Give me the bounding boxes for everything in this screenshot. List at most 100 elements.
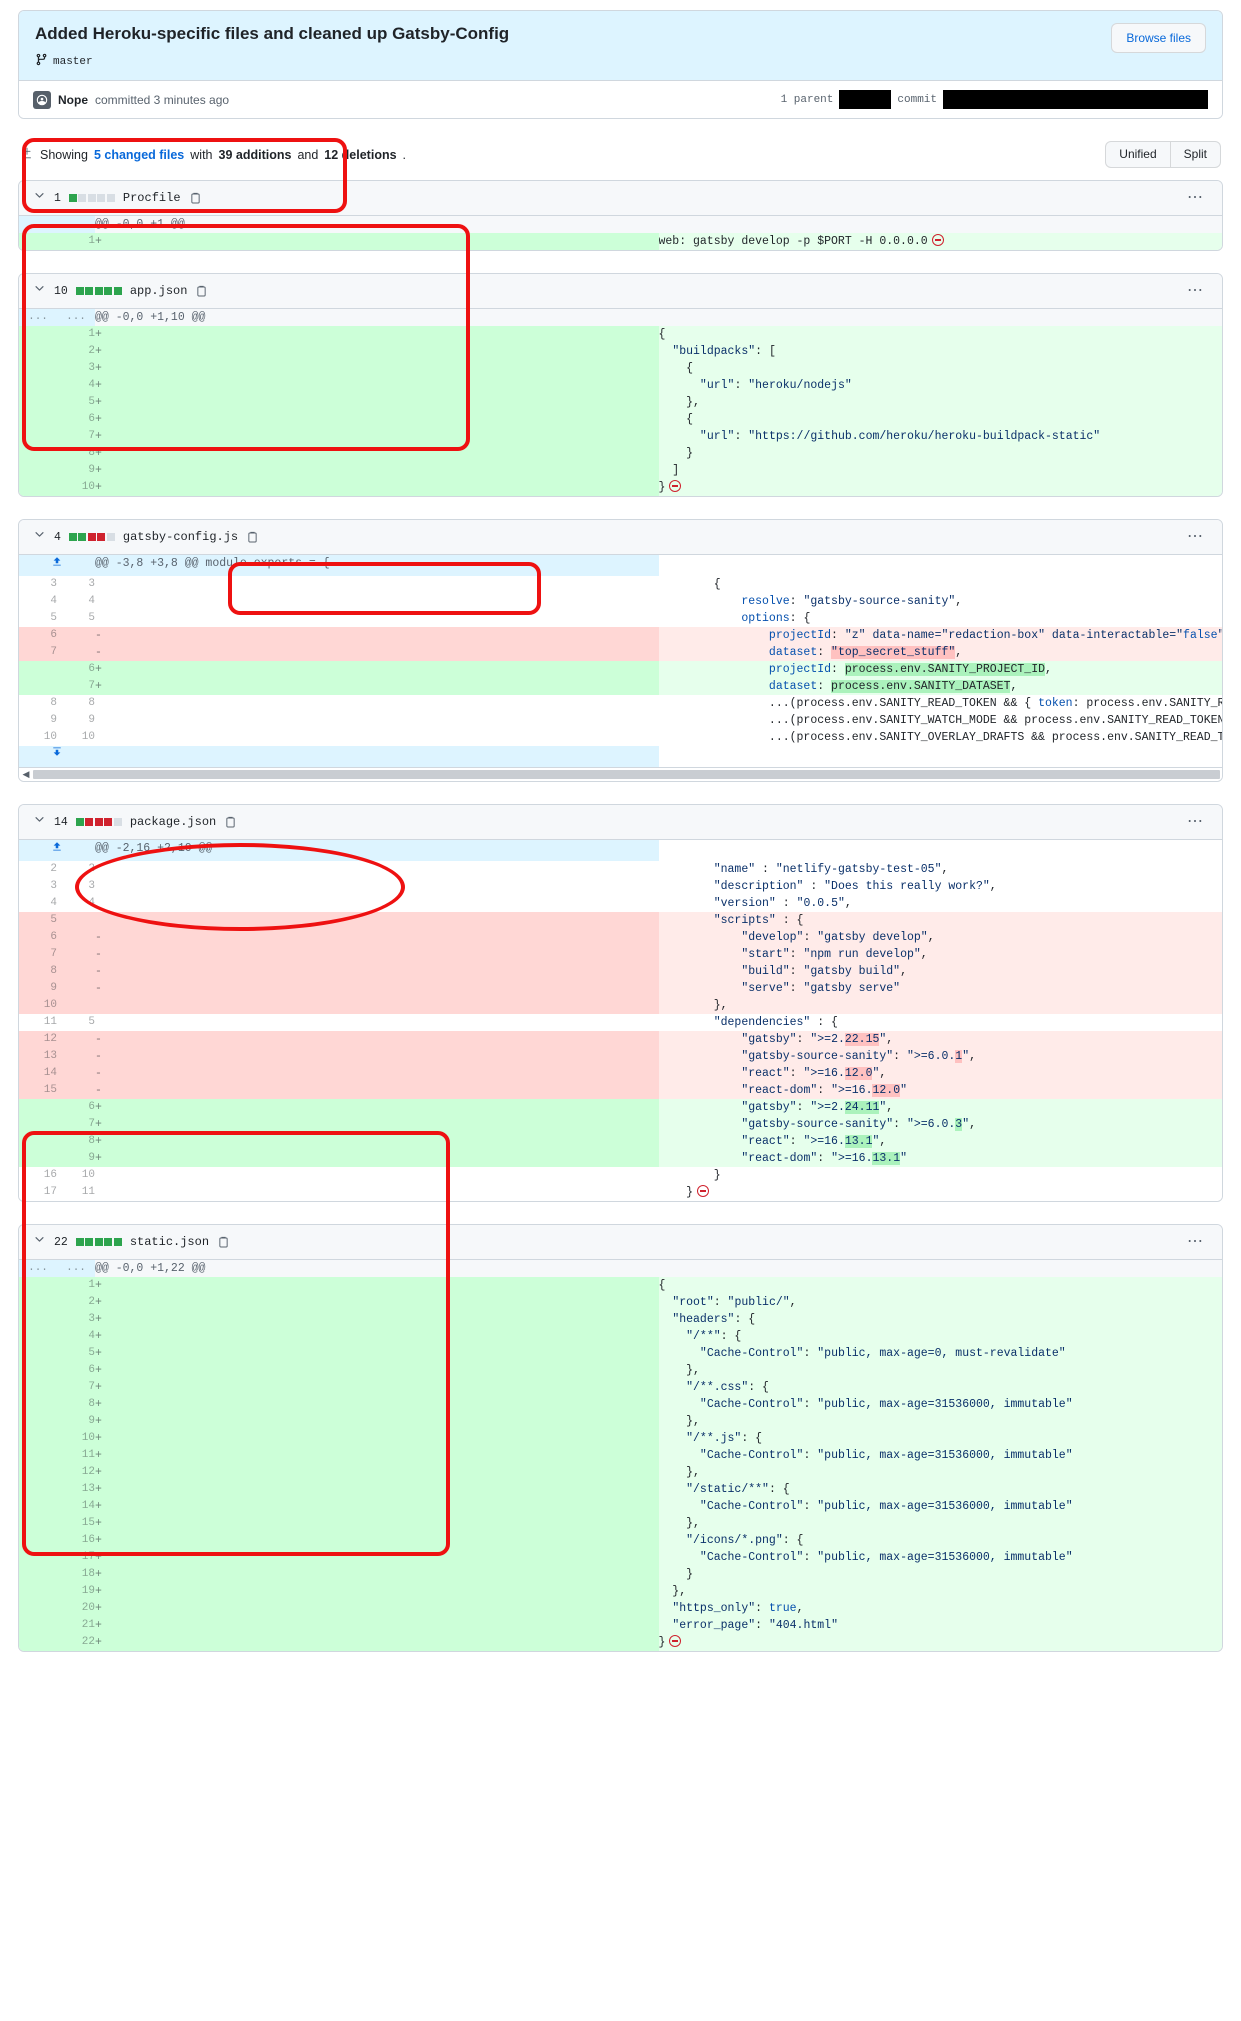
diff-row: 2 + "buildpacks": [ [19, 343, 1222, 361]
diff-row: 7 + "gatsby-source-sanity": ">=6.0.3", [19, 1116, 1222, 1134]
new-lineno: 7 [57, 1116, 95, 1134]
author-group: Nope committed 3 minutes ago [33, 90, 229, 109]
chevron-down-icon[interactable] [33, 813, 46, 831]
diff-code-line: "gatsby": ">=2.24.11", [658, 1099, 1222, 1117]
diff-code-line: dataset: "top_secret_stuff", [658, 644, 1222, 662]
parent-sha-redacted[interactable] [839, 90, 892, 110]
diff-marker: + [95, 1634, 659, 1652]
diff-row: 1 +{ [19, 326, 1222, 344]
copy-path-icon[interactable] [224, 816, 237, 829]
hunk-header [95, 746, 659, 768]
commit-meta-row: Nope committed 3 minutes ago 1 parent co… [19, 80, 1222, 119]
old-lineno: 6 [19, 929, 57, 947]
no-newline-icon [931, 234, 944, 247]
split-view-button[interactable]: Split [1170, 141, 1221, 169]
diff-row: 6 + }, [19, 1362, 1222, 1380]
diff-code-line: } [658, 1634, 1222, 1652]
copy-path-icon[interactable] [246, 531, 259, 544]
diff-marker: + [95, 233, 659, 251]
diff-marker: + [95, 1379, 659, 1397]
old-lineno [19, 411, 57, 429]
diff-code-line: }, [658, 394, 1222, 412]
new-lineno: 11 [57, 1447, 95, 1465]
new-lineno [57, 912, 95, 930]
new-lineno: 9 [57, 1413, 95, 1431]
commit-author-name[interactable]: Nope [58, 93, 88, 107]
diff-row: 44 "version" : "0.0.5", [19, 895, 1222, 913]
new-lineno: 8 [57, 695, 95, 713]
diff-marker: - [95, 1065, 659, 1083]
file-name[interactable]: static.json [130, 1235, 209, 1249]
diffstat-block-add [75, 1238, 84, 1247]
diff-marker: - [95, 1082, 659, 1100]
file-options-kebab-icon[interactable]: ⋯ [1187, 814, 1208, 830]
browse-files-button[interactable]: Browse files [1111, 23, 1206, 53]
diff-code-line: { [658, 360, 1222, 378]
diff-code-line: "Cache-Control": "public, max-age=315360… [658, 1498, 1222, 1516]
diff-code-line: "name" : "netlify-gatsby-test-05", [658, 861, 1222, 879]
diff-row: ...... @@ -0,0 +1,22 @@ [19, 1260, 1222, 1278]
file-options-kebab-icon[interactable]: ⋯ [1187, 529, 1208, 545]
chevron-down-icon[interactable] [33, 528, 46, 546]
diff-marker: + [95, 1515, 659, 1533]
showing-prefix: Showing [40, 147, 88, 162]
diff-code-line: "Cache-Control": "public, max-age=315360… [658, 1549, 1222, 1567]
file-name[interactable]: app.json [130, 284, 188, 298]
old-lineno [19, 326, 57, 344]
avatar[interactable] [33, 90, 51, 109]
diff-table: @@ -3,8 +3,8 @@ module.exports = {3 3 {4 4… [19, 555, 1222, 768]
diff-marker [95, 610, 659, 627]
diff-code-line: "scripts" : { [658, 912, 1222, 930]
parent-label: 1 parent [780, 93, 834, 106]
diff-row: 7 + "url": "https://github.com/heroku/her… [19, 428, 1222, 446]
diff-code-line: }, [658, 997, 1222, 1015]
diff-row: 15 - "react-dom": ">=16.12.0" [19, 1082, 1222, 1100]
old-lineno: 2 [19, 861, 57, 879]
expand-context-button[interactable] [19, 746, 95, 768]
file-name[interactable]: package.json [130, 815, 216, 829]
diff-marker [95, 861, 659, 878]
diffstat-block-del [87, 533, 96, 542]
file-options-kebab-icon[interactable]: ⋯ [1187, 190, 1208, 206]
expand-context-button[interactable] [19, 555, 95, 577]
file-diff-header: 22 static.json ⋯ [19, 1225, 1222, 1261]
copy-path-icon[interactable] [189, 192, 202, 205]
commit-sha-redacted[interactable] [943, 90, 1208, 110]
old-lineno: 16 [19, 1167, 57, 1185]
new-lineno: 6 [57, 1099, 95, 1117]
file-options-kebab-icon[interactable]: ⋯ [1187, 283, 1208, 299]
horizontal-scrollbar[interactable]: ◀ [19, 767, 1222, 782]
new-lineno [57, 1082, 95, 1100]
changed-files-link[interactable]: 5 changed files [94, 148, 184, 162]
diff-row: 16 + "/icons/*.png": { [19, 1532, 1222, 1550]
scrollbar-thumb[interactable] [33, 770, 1220, 780]
unified-view-button[interactable]: Unified [1105, 141, 1171, 169]
chevron-down-icon[interactable] [33, 189, 46, 207]
diff-row: 22 +} [19, 1634, 1222, 1652]
scroll-left-arrow-icon[interactable]: ◀ [19, 769, 33, 780]
diffstat-block-add [75, 818, 84, 827]
diff-row: 22 "name" : "netlify-gatsby-test-05", [19, 861, 1222, 879]
file-diff-procfile: 1 Procfile ⋯...... @@ -0,0 +1 @@ 1 + web: gats… [18, 180, 1223, 252]
old-lineno [19, 1379, 57, 1397]
file-name[interactable]: Procfile [123, 191, 181, 205]
chevron-down-icon[interactable] [33, 1233, 46, 1251]
diff-row [19, 746, 1222, 768]
diff-code-line: "gatsby-source-sanity": ">=6.0.3", [658, 1116, 1222, 1134]
new-lineno: 10 [57, 479, 95, 497]
file-diffstat-blocks [68, 533, 115, 542]
file-diff-header: 10 app.json ⋯ [19, 274, 1222, 310]
file-name[interactable]: gatsby-config.js [123, 530, 238, 544]
file-options-kebab-icon[interactable]: ⋯ [1187, 1234, 1208, 1250]
copy-path-icon[interactable] [195, 285, 208, 298]
diff-row: 33 { [19, 576, 1222, 594]
branch-name[interactable]: master [53, 56, 93, 68]
chevron-down-icon[interactable] [33, 282, 46, 300]
new-lineno [57, 997, 95, 1015]
commit-label: commit [897, 93, 937, 106]
new-lineno [57, 929, 95, 947]
copy-path-icon[interactable] [217, 1236, 230, 1249]
diff-row: 3 + { [19, 360, 1222, 378]
additions-count: 39 additions [218, 147, 292, 162]
expand-context-button[interactable] [19, 840, 95, 862]
